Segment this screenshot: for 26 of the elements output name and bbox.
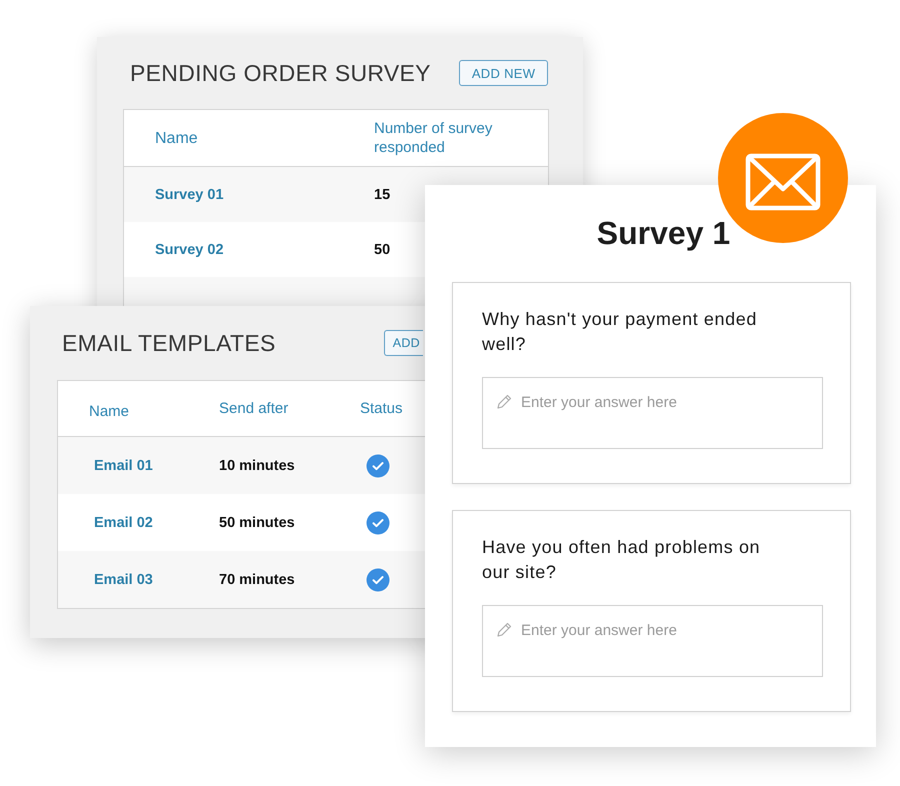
email-link[interactable]: Email 01	[89, 458, 219, 474]
table-cell-text: 10 minutes	[219, 458, 296, 474]
card-title: PENDING ORDER SURVEY	[130, 60, 431, 86]
question-text: Have you often had problems on our site?	[482, 536, 762, 584]
column-header: Status	[360, 399, 404, 418]
question-text: Why hasn't your payment ended well?	[482, 308, 758, 356]
table-cell-text: 50	[374, 242, 392, 258]
add-button[interactable]: ADD	[384, 330, 423, 356]
table-cell-text: 15	[374, 186, 392, 202]
survey-title: Survey 1	[596, 215, 732, 253]
table-cell-text: 50 minutes	[219, 514, 296, 530]
table-cell-text: 70 minutes	[219, 572, 296, 588]
column-header: Name	[89, 402, 130, 421]
pencil-icon	[496, 622, 512, 638]
email-link[interactable]: Email 03	[89, 572, 219, 588]
survey-link[interactable]: Survey 01	[155, 186, 374, 202]
card-title: EMAIL TEMPLATES	[62, 330, 276, 356]
pencil-icon	[496, 394, 512, 410]
add-new-button[interactable]: ADD NEW	[458, 60, 548, 86]
column-header: Send after	[219, 399, 290, 418]
survey-link[interactable]: Survey 02	[155, 242, 374, 258]
column-header: Name	[155, 128, 199, 148]
email-link[interactable]: Email 02	[89, 514, 219, 530]
answer-field[interactable]: Enter your answer here	[482, 605, 823, 677]
column-header: Number of survey responded	[374, 119, 494, 157]
answer-field[interactable]: Enter your answer here	[482, 377, 823, 449]
